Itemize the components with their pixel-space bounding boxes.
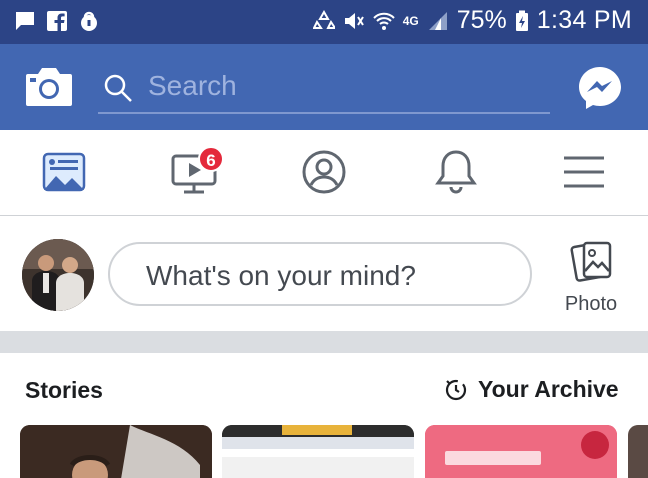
your-archive-button[interactable]: Your Archive [444,373,619,405]
status-left-icons [14,10,100,32]
story-card[interactable] [222,425,414,478]
search-placeholder: Search [148,70,237,101]
clock: 1:34 PM [536,6,632,34]
stories-title: Stories [25,377,103,403]
hamburger-icon[interactable] [560,148,608,196]
data-saver-icon [312,9,335,29]
stories-section: Stories Your Archive [0,353,648,425]
lock-icon [81,11,97,31]
watch-badge: 6 [198,146,224,172]
avatar-photo [22,239,94,311]
story-thumbnail [425,425,617,478]
story-card[interactable] [425,425,617,478]
photo-label: Photo [564,293,618,315]
battery-icon [515,10,528,31]
archive-label: Your Archive [478,375,619,402]
post-composer: What's on your mind? Photo [0,217,648,331]
network-type: 4G [402,13,419,28]
status-input[interactable]: What's on your mind? [108,242,532,306]
search-icon [104,74,132,102]
app-header: Search [0,44,648,130]
wifi-icon [373,12,395,30]
tab-bar: 6 [0,130,648,216]
archive-clock-icon [445,379,467,401]
photo-icon [570,241,612,282]
search-input[interactable]: Search [98,64,550,114]
bell-icon[interactable] [432,148,480,196]
mute-icon [344,12,364,29]
signal-icon [428,11,447,30]
battery-percentage: 75% [456,6,507,34]
profile-icon[interactable] [300,148,348,196]
story-card[interactable] [20,425,212,478]
avatar[interactable] [22,239,94,311]
story-thumbnail [20,425,212,478]
story-card[interactable] [628,425,648,478]
messenger-icon[interactable] [576,64,624,112]
chat-icon [16,12,34,30]
status-bar: 4G 75% 1:34 PM [0,0,648,44]
status-prompt: What's on your mind? [146,260,416,291]
status-right-icons: 4G 75% 1:34 PM [312,6,632,35]
photo-button[interactable]: Photo [558,239,624,319]
facebook-icon [47,11,67,31]
news-feed-icon[interactable] [40,148,88,196]
camera-icon[interactable] [24,64,74,108]
section-separator [0,331,648,353]
story-thumbnail [222,425,414,478]
